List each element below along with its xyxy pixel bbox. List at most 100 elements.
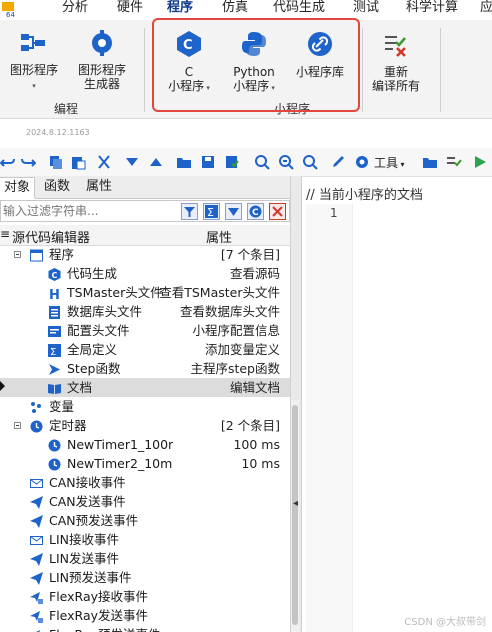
menu-scientific-computing[interactable]: 科学计算 [406,0,458,20]
menu-app[interactable]: 应 [480,0,492,20]
variables-icon [30,400,43,413]
undo-icon[interactable] [0,154,16,170]
redo-icon[interactable] [20,154,36,170]
gear-icon[interactable] [354,154,370,170]
flexray-icon [30,628,43,632]
edit-pencil-icon[interactable] [330,154,346,170]
h-icon: H [48,286,61,303]
tab-functions[interactable]: 函数 [40,177,74,197]
code-editor-area[interactable] [354,204,492,632]
recompile-label-1: 重新 [383,65,408,79]
tree-row[interactable]: NewTimer2_10m 10 ms [0,454,290,473]
menu-test[interactable]: 测试 [353,0,379,20]
scrollbar-thumb[interactable] [292,405,298,625]
tab-objects[interactable]: 对象 [0,177,36,199]
tree-row[interactable]: LIN接收事件 [0,530,290,549]
tree-row[interactable]: Σ 全局定义 添加变量定义 [0,340,290,359]
filter-input[interactable] [1,203,175,219]
menu-program[interactable]: 程序 [167,0,193,20]
paste-icon[interactable] [70,154,86,170]
open-folder-icon[interactable] [176,154,192,170]
selection-marker-icon [0,381,5,391]
collapse-toggle-icon[interactable] [14,251,21,258]
send-icon [30,571,43,585]
c-icon: C [48,267,61,281]
filter-icon[interactable] [181,203,198,220]
tree-item-value: 查看源码 [229,266,280,281]
move-down-icon[interactable] [124,154,140,170]
sigma-filter-icon[interactable]: Σ [203,203,220,220]
menu-analysis[interactable]: 分析 [62,0,88,20]
find-next-icon[interactable] [302,154,318,170]
check-list-icon[interactable] [446,154,462,170]
run-icon[interactable] [472,154,488,170]
editor-toolbar: 工具 ▾ [0,148,492,177]
tree-row[interactable]: NewTimer1_100r 100 ms [0,435,290,454]
header-col-source-editor[interactable]: 源代码编辑器 [12,227,90,246]
save-icon[interactable] [200,154,216,170]
tree-row[interactable]: Step函数 主程序step函数 [0,359,290,378]
tree-row[interactable]: FlexRay预发送事件 [0,625,290,632]
line-number: 1 [330,206,338,220]
tree-item-name: 定时器 [49,418,87,433]
tree-item-value: 查看TSMaster头文件 [159,285,280,300]
copy-icon[interactable] [48,154,64,170]
tree-row[interactable]: LIN发送事件 [0,549,290,568]
tree-item-name: CAN发送事件 [49,494,126,509]
tools-label: 工具 [374,156,399,170]
tree-row[interactable]: 配置头文件 小程序配置信息 [0,321,290,340]
chevron-down-icon[interactable] [225,203,242,220]
tree-row[interactable]: CAN接收事件 [0,473,290,492]
tree-row[interactable]: H TSMaster头文件 查看TSMaster头文件 [0,283,290,303]
menu-bar: 64 分析 硬件 程序 仿真 代码生成 测试 科学计算 应 [0,0,492,20]
tree-row[interactable]: 文档 编辑文档 [0,378,290,397]
tree-row[interactable]: 程序 [7 个条目] [0,245,290,264]
menu-simulation[interactable]: 仿真 [222,0,248,20]
ribbon-separator [440,28,441,112]
tree-row[interactable]: 定时器 [2 个条目] [0,416,290,435]
tree-item-name: LIN接收事件 [49,532,120,547]
menu-hardware[interactable]: 硬件 [117,0,143,20]
tree-row[interactable]: 数据库头文件 查看数据库头文件 [0,302,290,321]
tree-row[interactable]: 变量 [0,397,290,416]
save-all-icon[interactable] [224,154,240,170]
tree-row[interactable]: FlexRay发送事件 [0,606,290,625]
open-file-icon[interactable] [422,154,438,170]
tree-item-name: LIN发送事件 [49,551,120,566]
tree-item-name: Step函数 [67,361,121,376]
graphic-program-button[interactable]: 图形程序 ▾ [4,30,64,93]
tree-item-value: [7 个条目] [220,247,280,262]
menu-code-generation[interactable]: 代码生成 [273,0,325,20]
graphic-generator-label-1: 图形程序 [77,63,126,77]
tree-item-name: 文档 [67,380,93,395]
tree-item-name: 代码生成 [67,266,118,281]
tree-item-value: 添加变量定义 [204,342,280,357]
collapse-toggle-icon[interactable] [14,422,21,429]
search-replace-icon[interactable] [278,154,294,170]
collapse-arrow-icon[interactable]: ◂ [293,498,298,509]
recompile-all-button[interactable]: 重新 编译所有 [366,32,426,93]
cut-icon[interactable] [96,154,112,170]
tree-row[interactable]: CAN预发送事件 [0,511,290,530]
clear-filter-icon[interactable] [269,203,286,220]
clock-icon [48,438,61,452]
tree-item-name: FlexRay接收事件 [49,589,148,604]
tree-item-name: TSMaster头文件 [67,285,163,300]
graphic-generator-button[interactable]: 图形程序 生成器 [70,30,134,91]
tree-item-value: [2 个条目] [220,418,280,433]
tree-row[interactable]: FlexRay接收事件 [0,587,290,606]
app-logo-icon: 64 [0,0,24,19]
tree-row[interactable]: C 代码生成 查看源码 [0,264,290,283]
recompile-label-2: 编译所有 [371,79,420,93]
tab-properties[interactable]: 属性 [82,177,116,197]
tree-item-value: 100 ms [233,437,280,452]
tools-dropdown[interactable]: 工具 ▾ [374,154,405,171]
panel-tabs: 对象 函数 属性 [0,176,292,199]
c-filter-icon[interactable]: C [247,203,264,220]
tree-row[interactable]: LIN预发送事件 [0,568,290,587]
header-col-property[interactable]: 属性 [206,227,232,246]
tree-row[interactable]: CAN发送事件 [0,492,290,511]
move-up-icon[interactable] [148,154,164,170]
tree-item-value: 主程序step函数 [190,361,280,376]
search-icon[interactable] [254,154,270,170]
